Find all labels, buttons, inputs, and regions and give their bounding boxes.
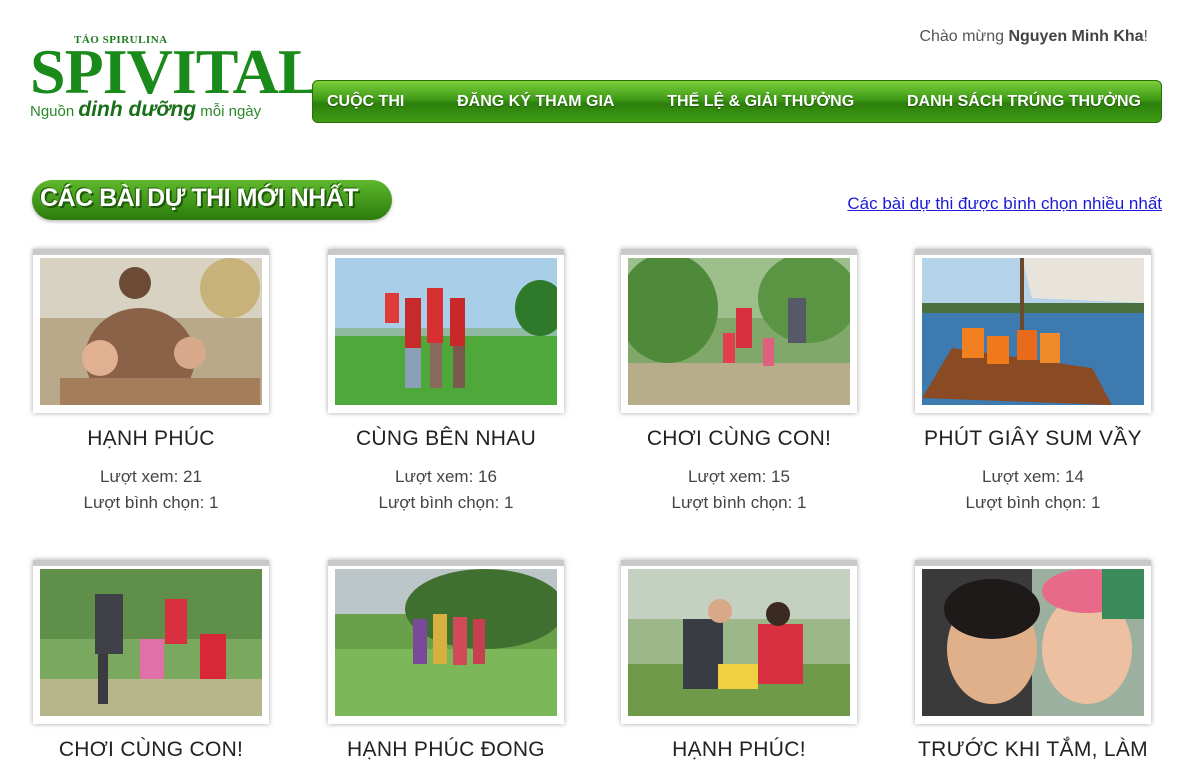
entry-photo[interactable] [628, 258, 850, 405]
entry-photo-frame[interactable] [915, 249, 1151, 413]
entry-photo[interactable] [40, 258, 262, 405]
nav-item-rules-prizes[interactable]: THỂ LỆ & GIẢI THƯỞNG [667, 93, 854, 111]
entry-photo[interactable] [40, 569, 262, 716]
welcome-prefix: Chào mừng [919, 28, 1009, 45]
entry-title[interactable]: HẠNH PHÚC [13, 427, 289, 451]
section-title: CÁC BÀI DỰ THI MỚI NHẤT [40, 184, 359, 212]
entry-views: Lượt xem: 15 [688, 467, 790, 486]
most-voted-link[interactable]: Các bài dự thi được bình chọn nhiều nhất [847, 194, 1162, 214]
logo-slogan-emphasis: dinh dưỡng [78, 98, 197, 121]
entry-photo[interactable] [628, 569, 850, 716]
entry-photo-frame[interactable] [33, 249, 269, 413]
entry-title[interactable]: TRƯỚC KHI TẮM, LÀM [895, 738, 1171, 762]
logo-slogan-pre: Nguồn [30, 103, 79, 120]
entry-title[interactable]: CÙNG BÊN NHAU [308, 427, 584, 451]
entry-views: Lượt xem: 16 [395, 467, 497, 486]
entry-title[interactable]: HẠNH PHÚC! [601, 738, 877, 762]
entry-views: Lượt xem: 21 [100, 467, 202, 486]
entry-title[interactable]: PHÚT GIÂY SUM VẦY [895, 427, 1171, 451]
entry-photo-frame[interactable] [621, 249, 857, 413]
entry-photo[interactable] [335, 569, 557, 716]
entry-votes: Lượt bình chọn: 1 [378, 493, 514, 512]
entry-title[interactable]: CHƠI CÙNG CON! [13, 738, 289, 762]
entry-title[interactable]: HẠNH PHÚC ĐONG [308, 738, 584, 762]
entry-votes: Lượt bình chọn: 1 [83, 493, 219, 512]
welcome-suffix: ! [1143, 28, 1148, 45]
entry-photo[interactable] [335, 258, 557, 405]
logo-slogan-post: mỗi ngày [196, 103, 262, 120]
entry-title[interactable]: CHƠI CÙNG CON! [601, 427, 877, 451]
entry-votes: Lượt bình chọn: 1 [965, 493, 1101, 512]
entry-photo-frame[interactable] [328, 560, 564, 724]
entry-photo-frame[interactable] [33, 560, 269, 724]
welcome-message: Chào mừng Nguyen Minh Kha! [919, 28, 1148, 46]
entry-views: Lượt xem: 14 [982, 467, 1084, 486]
logo-wordmark: SPIVITAL [30, 36, 321, 107]
entry-photo-frame[interactable] [915, 560, 1151, 724]
main-nav: CUỘC THI ĐĂNG KÝ THAM GIA THỂ LỆ & GIẢI … [312, 80, 1162, 123]
nav-item-winners[interactable]: DANH SÁCH TRÚNG THƯỞNG [907, 93, 1141, 111]
entry-photo[interactable] [922, 258, 1144, 405]
entry-photo[interactable] [922, 569, 1144, 716]
entry-photo-frame[interactable] [621, 560, 857, 724]
logo-slogan: Nguồn dinh dưỡng mỗi ngày [30, 98, 261, 122]
nav-item-register[interactable]: ĐĂNG KÝ THAM GIA [457, 93, 614, 111]
welcome-username[interactable]: Nguyen Minh Kha [1008, 28, 1143, 45]
nav-item-contest[interactable]: CUỘC THI [327, 93, 404, 111]
brand-logo[interactable]: TẢO SPIRULINA SPIVITAL Nguồn dinh dưỡng … [30, 34, 321, 126]
entry-votes: Lượt bình chọn: 1 [671, 493, 807, 512]
entry-photo-frame[interactable] [328, 249, 564, 413]
